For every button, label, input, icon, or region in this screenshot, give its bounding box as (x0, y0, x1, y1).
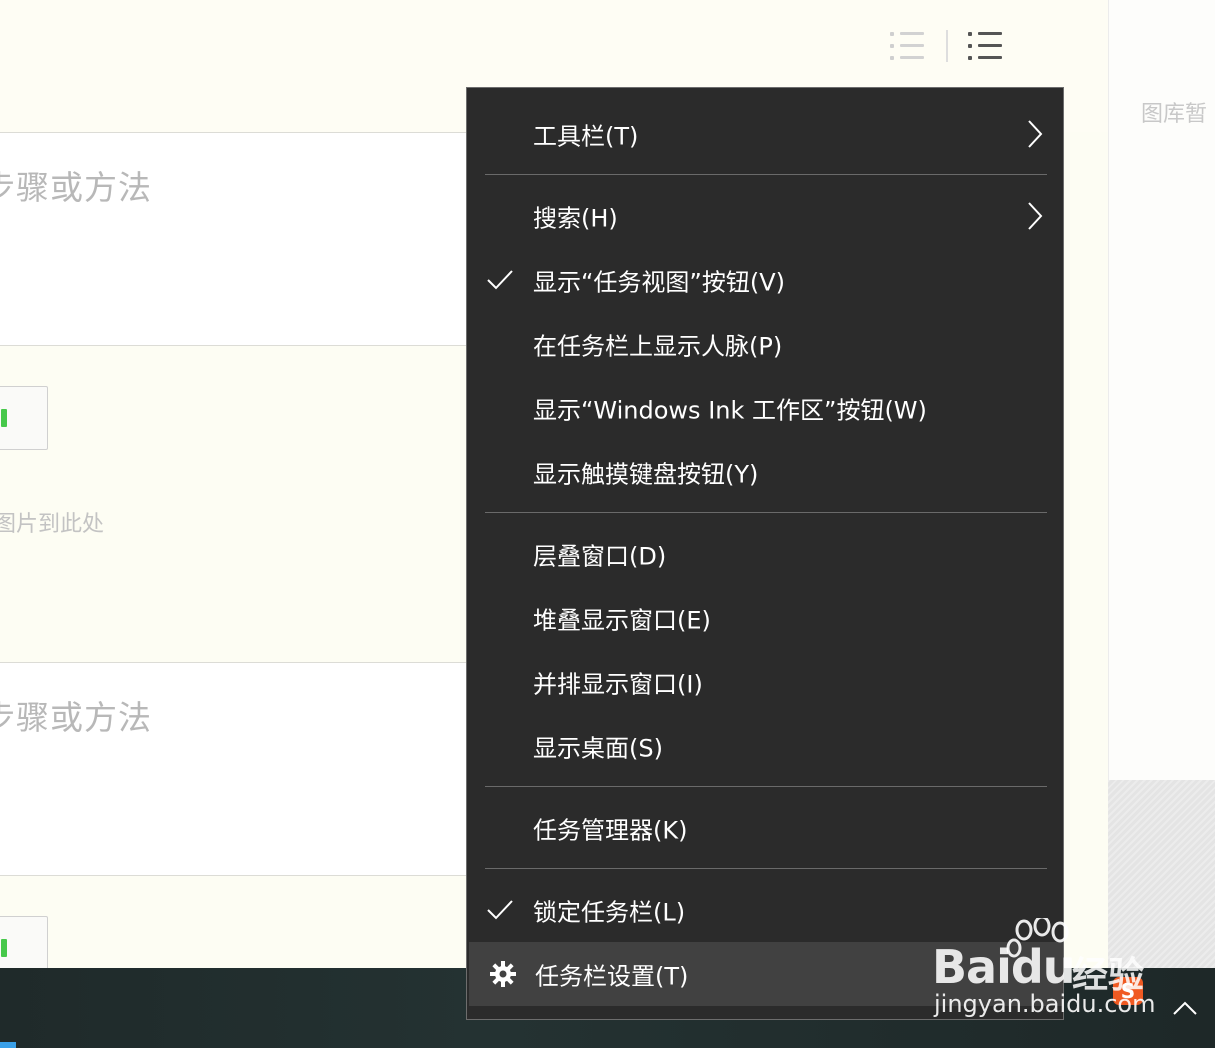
menu-item-label: 并排显示窗口(I) (533, 670, 703, 699)
menu-item-show-people[interactable]: 在任务栏上显示人脉(P) (467, 312, 1063, 376)
menu-item-toolbars[interactable]: 工具栏(T) (467, 102, 1063, 166)
menu-item-label: 在任务栏上显示人脉(P) (533, 332, 783, 361)
toolbar-divider (946, 30, 948, 62)
image-upload-area-2 (0, 876, 468, 980)
menu-item-show-desktop[interactable]: 显示桌面(S) (467, 714, 1063, 778)
menu-item-side-by-side-windows[interactable]: 并排显示窗口(I) (467, 650, 1063, 714)
gear-icon (490, 961, 516, 987)
menu-item-label: 任务栏设置(T) (535, 962, 689, 991)
checkmark-icon (487, 900, 513, 920)
menu-item-task-manager[interactable]: 任务管理器(K) (467, 796, 1063, 860)
menu-item-stack-windows[interactable]: 堆叠显示窗口(E) (467, 586, 1063, 650)
menu-separator (485, 786, 1047, 787)
menu-item-label: 任务管理器(K) (533, 816, 688, 845)
menu-item-show-touch-keyboard[interactable]: 显示触摸键盘按钮(Y) (467, 440, 1063, 504)
menu-item-label: 搜索(H) (533, 204, 618, 233)
baidu-jingyan-watermark: Baidu 经验 jingyan.baidu.com (930, 918, 1160, 1028)
menu-item-show-windows-ink[interactable]: 显示“Windows Ink 工作区”按钮(W) (467, 376, 1063, 440)
gallery-label: 图库暂 (1141, 102, 1208, 127)
show-hidden-icons-chevron-up-icon[interactable] (1170, 994, 1200, 1024)
bullet-list-icon[interactable] (966, 29, 1002, 63)
step-panel-1: 步骤或方法 (0, 132, 468, 346)
menu-item-label: 层叠窗口(D) (533, 542, 667, 571)
menu-item-label: 显示“任务视图”按钮(V) (533, 268, 786, 297)
menu-item-cascade-windows[interactable]: 层叠窗口(D) (467, 522, 1063, 586)
taskbar-accent (0, 1042, 16, 1048)
menu-separator (485, 512, 1047, 513)
step-title[interactable]: 步骤或方法 (0, 161, 152, 209)
menu-item-label: 显示“Windows Ink 工作区”按钮(W) (533, 396, 927, 425)
checkmark-icon (487, 270, 513, 290)
image-upload-area-1: 图片到此处 (0, 346, 468, 662)
menu-item-label: 工具栏(T) (533, 122, 639, 151)
menu-separator (485, 174, 1047, 175)
menu-item-label: 堆叠显示窗口(E) (533, 606, 711, 635)
menu-item-label: 显示桌面(S) (533, 734, 663, 763)
menu-item-search[interactable]: 搜索(H) (467, 184, 1063, 248)
chevron-right-icon (1028, 202, 1043, 230)
list-style-toolbar (888, 28, 1002, 64)
menu-separator (485, 868, 1047, 869)
taskbar-context-menu: 工具栏(T) 搜索(H) 显示“任务视图”按钮(V) 在任务栏上显示人脉(P) … (466, 87, 1064, 1020)
menu-item-label: 锁定任务栏(L) (533, 898, 686, 927)
menu-item-show-task-view[interactable]: 显示“任务视图”按钮(V) (467, 248, 1063, 312)
gallery-sidebar: 图库暂 (1108, 0, 1215, 780)
numbered-list-icon[interactable] (888, 29, 924, 63)
step-title[interactable]: 步骤或方法 (0, 691, 152, 739)
watermark-brand: Baidu (932, 940, 1076, 994)
watermark-url: jingyan.baidu.com (934, 990, 1156, 1018)
drop-hint: 图片到此处 (0, 512, 105, 537)
upload-button[interactable] (0, 386, 48, 450)
menu-item-label: 显示触摸键盘按钮(Y) (533, 460, 759, 489)
chevron-right-icon (1028, 120, 1043, 148)
step-panel-2: 步骤或方法 (0, 662, 468, 876)
